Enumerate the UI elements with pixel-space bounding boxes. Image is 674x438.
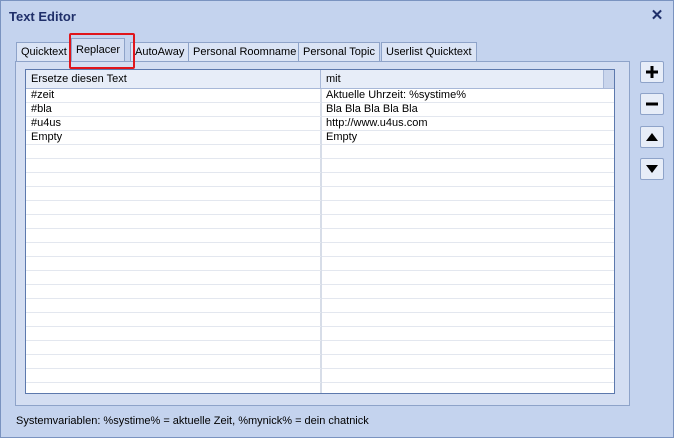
cell-with-text[interactable]	[321, 173, 606, 186]
table-row[interactable]: Empty Empty	[26, 131, 614, 145]
cell-replace-text[interactable]: #u4us	[26, 117, 321, 130]
cell-with-text[interactable]	[321, 271, 606, 284]
cell-with-text[interactable]: Aktuelle Uhrzeit: %systime%	[321, 89, 606, 102]
tab-label: Personal Roomname	[193, 46, 297, 58]
table-row[interactable]	[26, 299, 614, 313]
cell-replace-text[interactable]	[26, 257, 321, 270]
cell-with-text[interactable]	[321, 145, 606, 158]
tab-label: Quicktext	[21, 46, 67, 58]
plus-icon	[646, 66, 658, 78]
cell-replace-text[interactable]: Empty	[26, 131, 321, 144]
cell-replace-text[interactable]	[26, 187, 321, 200]
cell-with-text[interactable]	[321, 215, 606, 228]
table-row[interactable]	[26, 187, 614, 201]
cell-replace-text[interactable]	[26, 229, 321, 242]
cell-replace-text[interactable]	[26, 313, 321, 326]
column-header-replace[interactable]: Ersetze diesen Text	[26, 70, 321, 88]
table-row[interactable]	[26, 257, 614, 271]
window-title: Text Editor	[9, 9, 76, 24]
add-button[interactable]	[640, 61, 664, 83]
cell-with-text[interactable]	[321, 313, 606, 326]
cell-with-text[interactable]: Empty	[321, 131, 606, 144]
table-row[interactable]	[26, 159, 614, 173]
table-row[interactable]: #zeit Aktuelle Uhrzeit: %systime%	[26, 89, 614, 103]
tab-label: AutoAway	[135, 46, 185, 58]
header-corner	[603, 70, 614, 88]
arrow-down-icon	[646, 165, 658, 173]
cell-with-text[interactable]	[321, 229, 606, 242]
table-row[interactable]	[26, 215, 614, 229]
cell-replace-text[interactable]	[26, 327, 321, 340]
table-row[interactable]	[26, 173, 614, 187]
tab-userlist-quicktext[interactable]: Userlist Quicktext	[381, 42, 477, 61]
table-row[interactable]	[26, 229, 614, 243]
cell-replace-text[interactable]	[26, 355, 321, 368]
cell-replace-text[interactable]	[26, 201, 321, 214]
cell-with-text[interactable]	[321, 285, 606, 298]
cell-replace-text[interactable]	[26, 215, 321, 228]
table-row[interactable]	[26, 243, 614, 257]
arrow-up-icon	[646, 133, 658, 141]
column-header-with[interactable]: mit	[321, 70, 606, 88]
cell-with-text[interactable]: Bla Bla Bla Bla Bla	[321, 103, 606, 116]
column-divider	[321, 89, 322, 393]
cell-replace-text[interactable]	[26, 243, 321, 256]
table-row[interactable]	[26, 327, 614, 341]
replacer-table: Ersetze diesen Text mit #zeit Aktuelle Uh…	[25, 69, 615, 394]
table-row[interactable]	[26, 271, 614, 285]
cell-replace-text[interactable]	[26, 159, 321, 172]
cell-with-text[interactable]	[321, 299, 606, 312]
cell-with-text[interactable]	[321, 355, 606, 368]
cell-replace-text[interactable]	[26, 341, 321, 354]
table-row[interactable]	[26, 355, 614, 369]
status-text: Systemvariablen: %systime% = aktuelle Ze…	[16, 415, 369, 427]
cell-with-text[interactable]	[321, 187, 606, 200]
table-row[interactable]	[26, 383, 614, 393]
tab-autoaway[interactable]: AutoAway	[130, 42, 190, 61]
table-row[interactable]: #u4us http://www.u4us.com	[26, 117, 614, 131]
minus-icon	[646, 102, 658, 106]
cell-with-text[interactable]	[321, 383, 606, 393]
cell-with-text[interactable]	[321, 159, 606, 172]
table-row[interactable]	[26, 341, 614, 355]
table-header: Ersetze diesen Text mit	[26, 70, 614, 89]
cell-replace-text[interactable]: #bla	[26, 103, 321, 116]
table-row[interactable]: #bla Bla Bla Bla Bla Bla	[26, 103, 614, 117]
table-row[interactable]	[26, 145, 614, 159]
cell-replace-text[interactable]	[26, 271, 321, 284]
title-bar[interactable]: Text Editor ✕	[1, 1, 673, 33]
table-row[interactable]	[26, 313, 614, 327]
cell-replace-text[interactable]	[26, 173, 321, 186]
tab-replacer[interactable]: Replacer	[71, 38, 126, 61]
cell-replace-text[interactable]: #zeit	[26, 89, 321, 102]
cell-replace-text[interactable]	[26, 383, 321, 393]
cell-replace-text[interactable]	[26, 299, 321, 312]
cell-with-text[interactable]	[321, 369, 606, 382]
tab-personal-topic[interactable]: Personal Topic	[298, 42, 380, 61]
table-row[interactable]	[26, 201, 614, 215]
cell-with-text[interactable]	[321, 201, 606, 214]
close-icon[interactable]: ✕	[649, 7, 665, 25]
move-up-button[interactable]	[640, 126, 664, 148]
table-row[interactable]	[26, 369, 614, 383]
table-body: #zeit Aktuelle Uhrzeit: %systime% #bla Bla …	[26, 89, 614, 393]
cell-with-text[interactable]	[321, 341, 606, 354]
tab-label: Replacer	[76, 44, 121, 56]
cell-replace-text[interactable]	[26, 145, 321, 158]
cell-replace-text[interactable]	[26, 369, 321, 382]
cell-with-text[interactable]	[321, 257, 606, 270]
cell-with-text[interactable]	[321, 243, 606, 256]
move-down-button[interactable]	[640, 158, 664, 180]
tab-quicktext[interactable]: Quicktext	[16, 42, 72, 61]
tab-personal-roomname[interactable]: Personal Roomname	[188, 42, 302, 61]
cell-replace-text[interactable]	[26, 285, 321, 298]
cell-with-text[interactable]	[321, 327, 606, 340]
cell-with-text[interactable]: http://www.u4us.com	[321, 117, 606, 130]
tab-label: Userlist Quicktext	[386, 46, 472, 58]
tab-label: Personal Topic	[303, 46, 375, 58]
remove-button[interactable]	[640, 93, 664, 115]
table-row[interactable]	[26, 285, 614, 299]
